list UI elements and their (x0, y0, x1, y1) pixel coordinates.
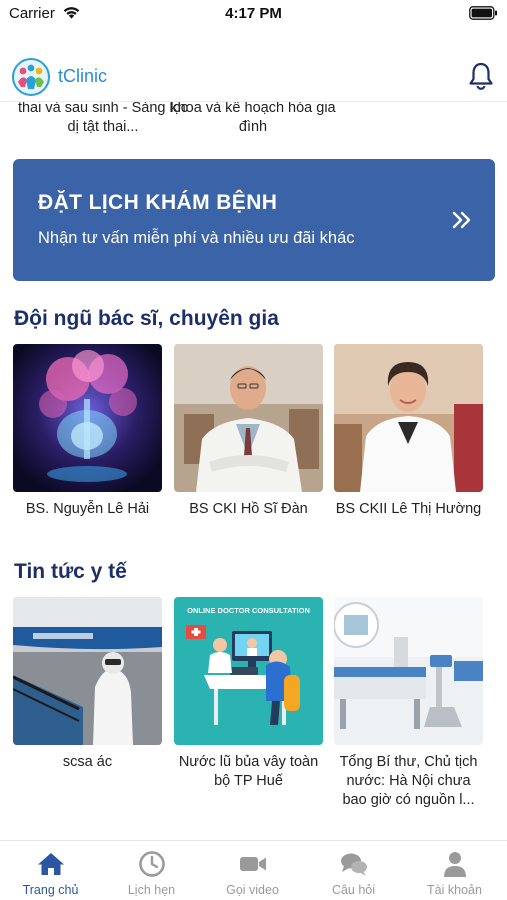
doctor-name: BS CKI Hồ Sĩ Đàn (189, 501, 308, 517)
app-header: tClinic (0, 52, 507, 102)
home-icon (37, 853, 64, 875)
video-camera-icon (239, 857, 266, 871)
app-name: tClinic (58, 66, 108, 86)
service-item-family-planning[interactable]: khoa và kế hoạch hóa gia đình (163, 102, 343, 137)
doctors-section-title: Đội ngũ bác sĩ, chuyên gia (14, 307, 279, 330)
news-title: scsa ác (62, 754, 113, 770)
doctor-card[interactable]: BS. Nguyễn Lê Hải (13, 344, 162, 519)
clock-icon (138, 851, 165, 877)
news-title: Tổng Bí thư, Chủ tịch nước: Hà Nội chưa … (339, 754, 478, 808)
services-row-partial: thai và sau sinh - Sàng lọc dị tật thai.… (0, 102, 507, 138)
bottom-tab-bar: Trang chủ Lịch hẹn Gọi video Câu hỏi Tài… (0, 840, 507, 900)
doctor-card[interactable]: BS CKI Hồ Sĩ Đàn (174, 344, 323, 519)
tab-home[interactable]: Trang chủ (0, 849, 101, 897)
tab-label: Tài khoản (427, 883, 482, 897)
chat-bubbles-icon (340, 853, 367, 876)
tab-account[interactable]: Tài khoản (404, 849, 505, 897)
tab-label: Gọi video (226, 883, 279, 897)
news-thumbnail (334, 597, 483, 745)
booking-subtitle: Nhận tư vấn miễn phí và nhiều ưu đãi khá… (38, 229, 355, 247)
tab-label: Lịch hẹn (127, 883, 176, 897)
doctor-name: BS. Nguyễn Lê Hải (25, 501, 150, 517)
booking-banner[interactable]: ĐẶT LỊCH KHÁM BỆNH Nhận tư vấn miễn phí … (13, 159, 495, 281)
news-card[interactable]: ONLINE DOCTOR CONSULTATION Nước lũ bủa v… (174, 597, 323, 791)
news-thumbnail: ONLINE DOCTOR CONSULTATION (174, 597, 323, 745)
tab-video-call[interactable]: Gọi video (202, 849, 303, 897)
tab-label: Câu hỏi (331, 883, 376, 897)
clock-time: 4:17 PM (225, 5, 282, 22)
battery-icon (469, 6, 497, 20)
news-image-caption: ONLINE DOCTOR CONSULTATION (187, 606, 310, 615)
doctor-photo (174, 344, 323, 492)
family-logo-icon (12, 58, 50, 96)
status-bar: Carrier 4:17 PM (0, 0, 507, 30)
tab-label: Trang chủ (22, 883, 79, 897)
doctor-photo (334, 344, 483, 492)
news-section-title: Tin tức y tế (14, 560, 127, 583)
bell-icon[interactable] (467, 61, 495, 91)
doctor-card[interactable]: BS CKII Lê Thị Hường (334, 344, 483, 519)
doctor-name: BS CKII Lê Thị Hường (335, 501, 482, 517)
double-chevron-right-icon (452, 211, 471, 229)
tab-appointments[interactable]: Lịch hẹn (101, 849, 202, 897)
tab-questions[interactable]: Câu hỏi (303, 849, 404, 897)
booking-title: ĐẶT LỊCH KHÁM BỆNH (38, 191, 278, 214)
news-card[interactable]: Tổng Bí thư, Chủ tịch nước: Hà Nội chưa … (334, 597, 483, 810)
doctor-photo (13, 344, 162, 492)
user-icon (443, 852, 466, 877)
news-thumbnail (13, 597, 162, 745)
news-title: Nước lũ bủa vây toàn bộ TP Huế (178, 754, 319, 789)
news-card[interactable]: scsa ác (13, 597, 162, 772)
